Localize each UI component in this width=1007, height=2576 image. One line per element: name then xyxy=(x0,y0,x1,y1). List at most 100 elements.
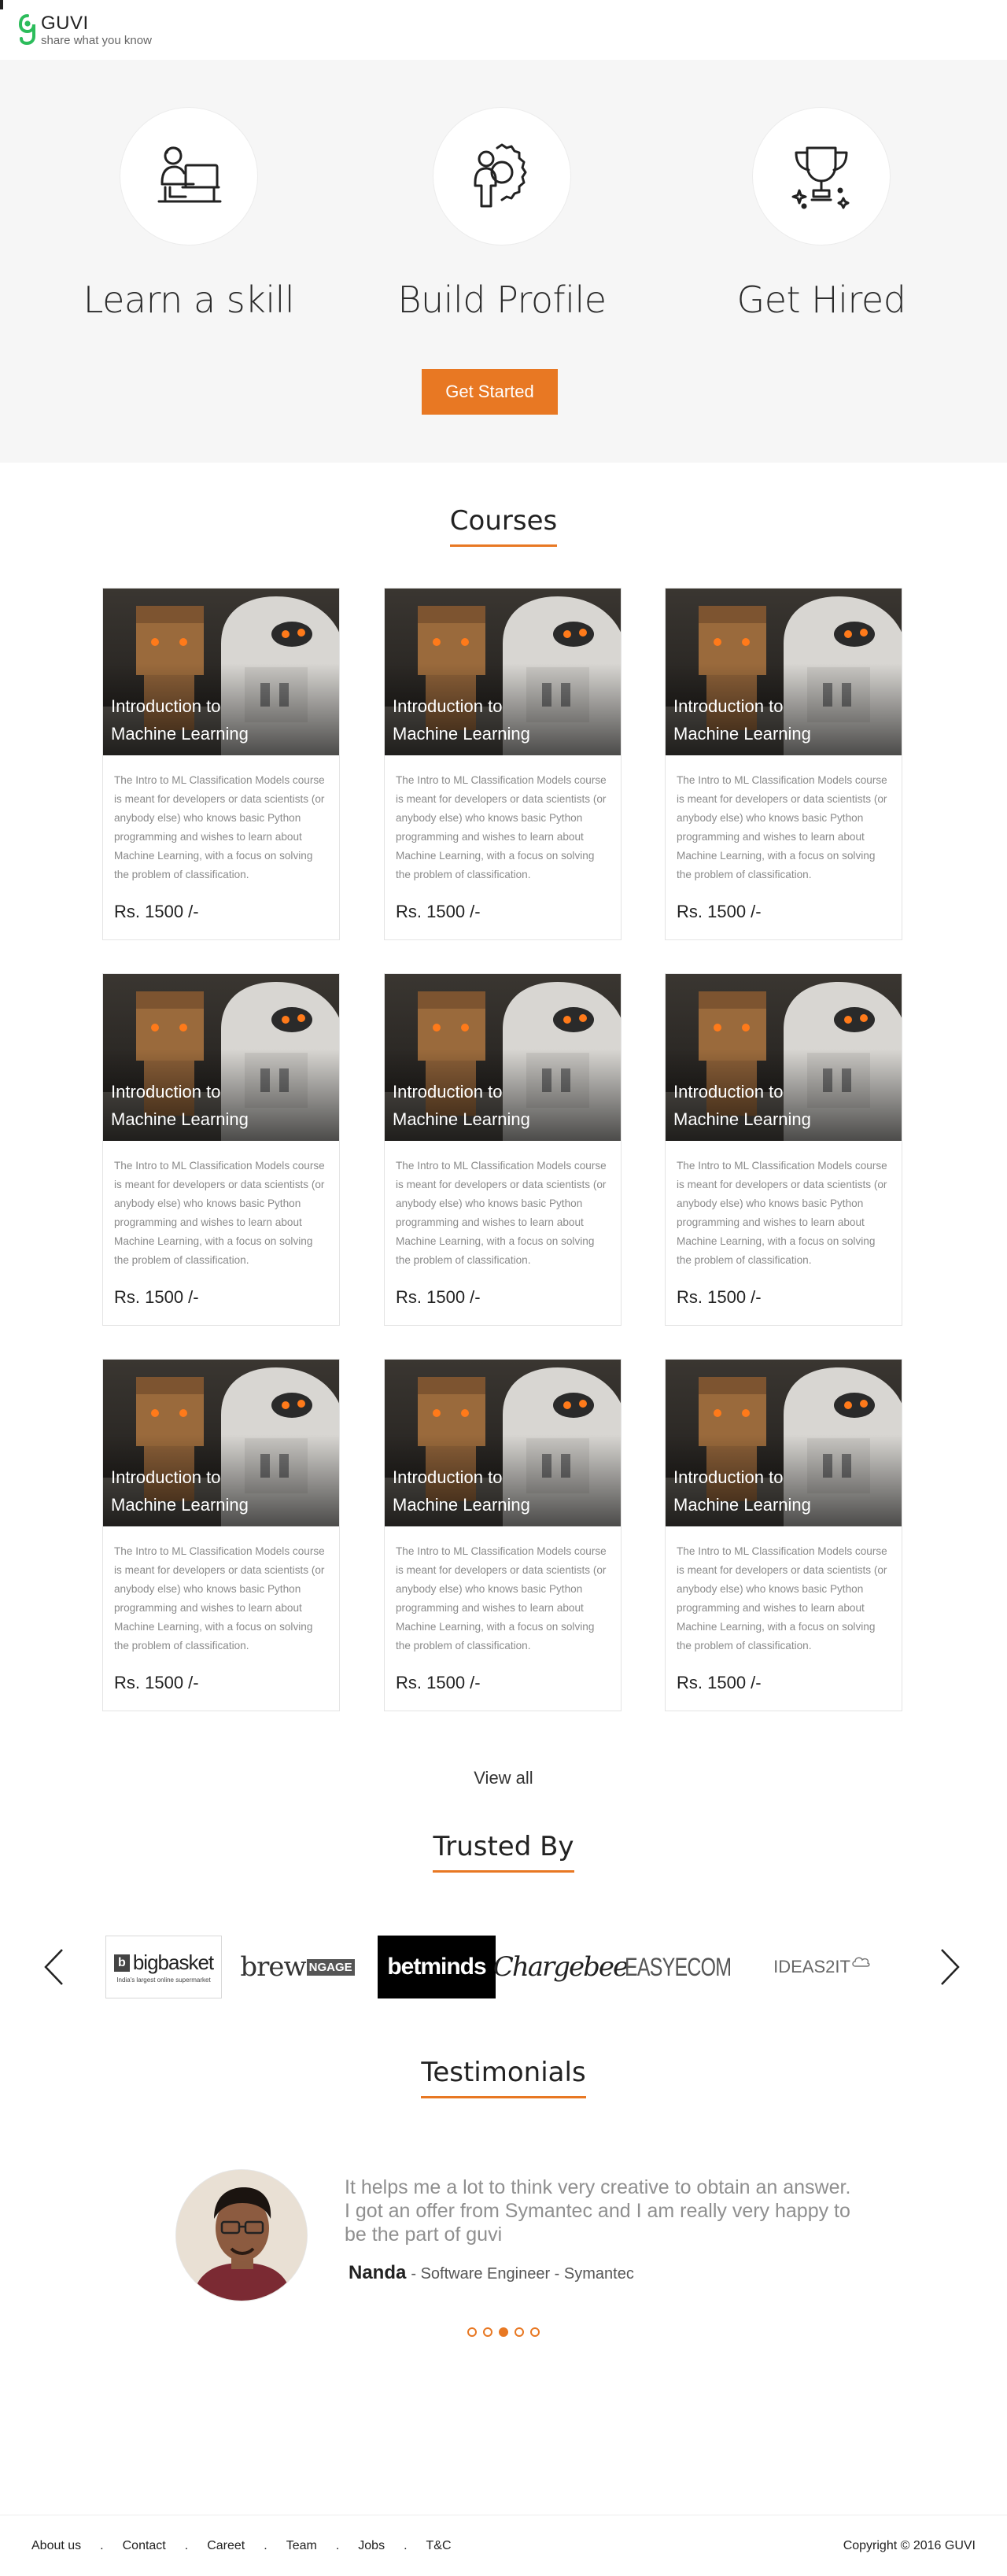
brand-carousel: b bigbasket India's largest online super… xyxy=(0,1934,1007,2000)
avatar-image xyxy=(176,2170,307,2301)
course-price: Rs. 1500 /- xyxy=(677,902,762,921)
site-header: GUVI share what you know xyxy=(0,0,1007,60)
brand-tagline: India's largest online supermarket xyxy=(116,1976,211,1984)
footer-link[interactable]: Jobs xyxy=(358,2539,385,2553)
course-title-line: Machine Learning xyxy=(111,1495,249,1515)
course-image: Introduction to Machine Learning xyxy=(385,974,621,1141)
author-name: Nanda xyxy=(349,2262,407,2283)
course-card[interactable]: Introduction to Machine Learning The Intro… xyxy=(384,588,622,940)
course-title: Introduction to Machine Learning xyxy=(673,692,811,747)
course-title-line: Machine Learning xyxy=(393,1109,530,1129)
view-all-link[interactable]: View all xyxy=(0,1768,1007,1788)
carousel-dot[interactable] xyxy=(499,2327,508,2337)
course-image: Introduction to Machine Learning xyxy=(666,1360,902,1526)
course-card[interactable]: Introduction to Machine Learning The Intro… xyxy=(102,1359,340,1711)
course-title-line: Introduction to xyxy=(111,1467,221,1487)
course-card[interactable]: Introduction to Machine Learning The Intro… xyxy=(102,588,340,940)
course-image: Introduction to Machine Learning xyxy=(103,974,339,1141)
course-title: Introduction to Machine Learning xyxy=(111,1078,249,1133)
course-image: Introduction to Machine Learning xyxy=(385,589,621,755)
hero-section: Learn a skill Build Profile Get Hired Ge… xyxy=(0,60,1007,463)
course-grid: Introduction to Machine Learning The Intro… xyxy=(0,588,1007,1768)
hero-item-hired: Get Hired xyxy=(688,107,955,321)
carousel-dot[interactable] xyxy=(530,2327,540,2337)
course-description: The Intro to ML Classification Models co… xyxy=(677,774,887,880)
course-image: Introduction to Machine Learning xyxy=(666,974,902,1141)
carousel-dot[interactable] xyxy=(483,2327,492,2337)
guvi-logo[interactable]: GUVI share what you know xyxy=(19,12,152,47)
ideas2it-cloud-icon xyxy=(852,1957,870,1967)
edge-marker xyxy=(0,0,3,9)
brand-betminds: betminds xyxy=(378,1934,496,2000)
testimonials-section: Testimonials It helps me a lot to think … xyxy=(0,2057,1007,2342)
course-image: Introduction to Machine Learning xyxy=(385,1360,621,1526)
brand-easyecom: EASYECOM xyxy=(625,1934,752,2000)
testimonial-dots xyxy=(0,2327,1007,2342)
course-card[interactable]: Introduction to Machine Learning The Intro… xyxy=(665,973,902,1326)
hero-item-learn: Learn a skill xyxy=(55,107,323,321)
course-title-line: Introduction to xyxy=(393,1467,503,1487)
carousel-prev-button[interactable] xyxy=(36,1948,71,1986)
testimonials-title: Testimonials xyxy=(421,2057,586,2098)
course-card[interactable]: Introduction to Machine Learning The Intro… xyxy=(102,973,340,1326)
carousel-dot[interactable] xyxy=(515,2327,524,2337)
brand-name: bigbasket xyxy=(132,1950,214,1974)
course-title-line: Introduction to xyxy=(673,1467,784,1487)
carousel-dot[interactable] xyxy=(467,2327,477,2337)
course-title: Introduction to Machine Learning xyxy=(111,1463,249,1519)
course-title: Introduction to Machine Learning xyxy=(393,692,530,747)
course-title-line: Machine Learning xyxy=(393,724,530,744)
footer-link[interactable]: About us xyxy=(31,2539,81,2553)
footer-link[interactable]: T&C xyxy=(426,2539,452,2553)
course-title: Introduction to Machine Learning xyxy=(673,1078,811,1133)
hero-item-profile: Build Profile xyxy=(368,107,636,321)
course-title-line: Introduction to xyxy=(393,696,503,716)
hero-circle xyxy=(433,107,571,245)
course-image: Introduction to Machine Learning xyxy=(666,589,902,755)
hero-label: Build Profile xyxy=(397,279,607,321)
course-title-line: Introduction to xyxy=(111,696,221,716)
course-price: Rs. 1500 /- xyxy=(114,902,199,921)
footer-link[interactable]: Careet xyxy=(207,2539,245,2553)
course-card[interactable]: Introduction to Machine Learning The Intro… xyxy=(384,1359,622,1711)
course-description: The Intro to ML Classification Models co… xyxy=(114,774,325,880)
chevron-right-icon xyxy=(941,1949,960,1985)
course-card[interactable]: Introduction to Machine Learning The Intro… xyxy=(665,588,902,940)
testimonial-quote: It helps me a lot to think very creative… xyxy=(345,2176,851,2246)
hero-circle xyxy=(752,107,891,245)
course-price: Rs. 1500 /- xyxy=(114,1673,199,1692)
course-card[interactable]: Introduction to Machine Learning The Intro… xyxy=(384,973,622,1326)
testimonials-title-wrap: Testimonials xyxy=(0,2057,1007,2098)
footer-separator: . xyxy=(184,2538,189,2552)
course-description: The Intro to ML Classification Models co… xyxy=(677,1160,887,1266)
course-title: Introduction to Machine Learning xyxy=(393,1463,530,1519)
get-started-button[interactable]: Get Started xyxy=(422,369,558,415)
site-footer: About us. Contact. Careet. Team. Jobs. T&C Co… xyxy=(0,2515,1007,2576)
course-price: Rs. 1500 /- xyxy=(396,1673,481,1692)
brand-suffix: NGAGE xyxy=(306,1958,355,1976)
hero-label: Get Hired xyxy=(736,279,906,321)
brand-name: Chargebee xyxy=(492,1951,629,1983)
course-price: Rs. 1500 /- xyxy=(677,1287,762,1307)
learner-laptop-icon xyxy=(157,146,222,203)
logo-title: GUVI xyxy=(41,12,89,34)
carousel-next-button[interactable] xyxy=(933,1948,968,1986)
brand-name: EASYECOM xyxy=(625,1952,732,1981)
course-title-line: Introduction to xyxy=(673,1082,784,1102)
course-price: Rs. 1500 /- xyxy=(396,1287,481,1307)
chevron-left-icon xyxy=(44,1949,63,1985)
brand-ideas2it: IDEAS2IT xyxy=(771,1934,873,2000)
course-title-line: Machine Learning xyxy=(393,1495,530,1515)
course-title-line: Machine Learning xyxy=(673,1109,811,1129)
brand-chargebee: Chargebee xyxy=(493,1934,629,2000)
course-title-line: Introduction to xyxy=(111,1082,221,1102)
trusted-title: Trusted By xyxy=(433,1831,574,1873)
footer-link[interactable]: Team xyxy=(286,2539,317,2553)
course-price: Rs. 1500 /- xyxy=(114,1287,199,1307)
course-card[interactable]: Introduction to Machine Learning The Intro… xyxy=(665,1359,902,1711)
logo-tagline: share what you know xyxy=(41,33,152,47)
footer-link[interactable]: Contact xyxy=(123,2539,166,2553)
courses-title-wrap: Courses xyxy=(0,505,1007,547)
trusted-section: Trusted By b bigbasket India's largest o… xyxy=(0,1831,1007,2000)
brand-bigbasket: b bigbasket India's largest online super… xyxy=(104,1934,223,2000)
